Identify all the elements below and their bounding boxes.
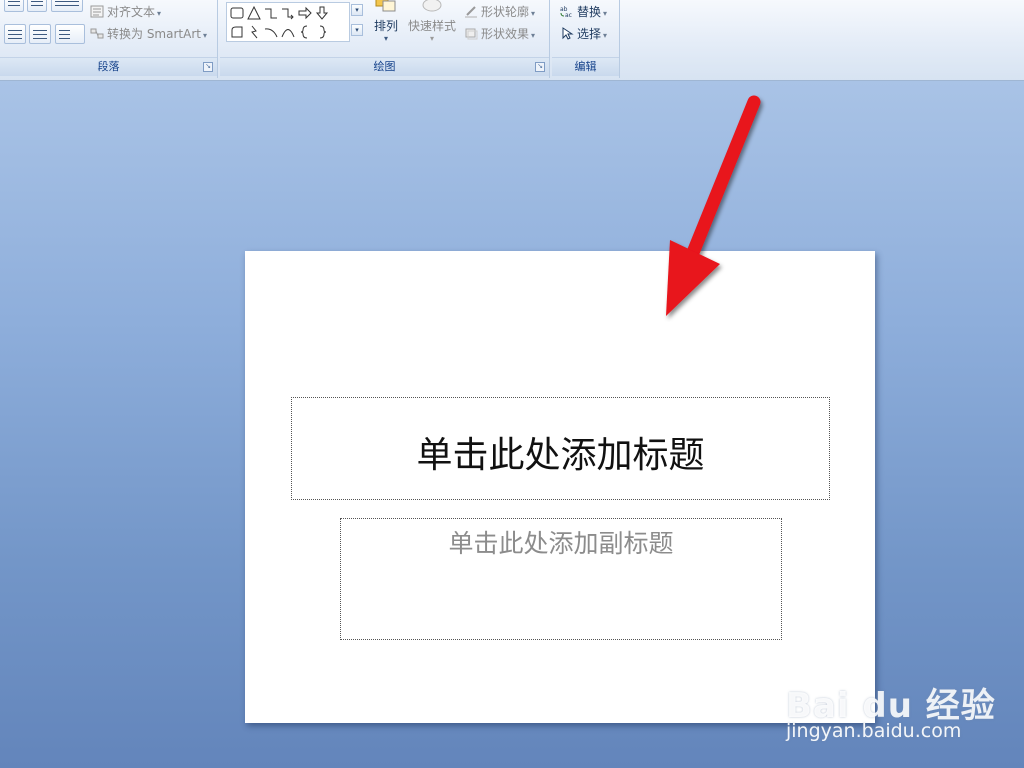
shapes-gallery[interactable] bbox=[226, 2, 350, 42]
replace-button[interactable]: ab ac 替换 ▾ bbox=[560, 3, 607, 20]
gallery-more-icon[interactable]: ▾ bbox=[351, 24, 363, 36]
triangle-shape-icon[interactable] bbox=[246, 5, 262, 21]
increase-indent-button[interactable] bbox=[27, 0, 47, 12]
select-button[interactable]: 选择 ▾ bbox=[560, 25, 607, 42]
right-arrow-shape-icon[interactable] bbox=[297, 5, 313, 21]
lightning-shape-icon[interactable] bbox=[246, 24, 262, 40]
left-brace-icon[interactable] bbox=[297, 24, 313, 40]
title-placeholder-text: 单击此处添加标题 bbox=[416, 435, 705, 476]
right-brace-icon[interactable] bbox=[314, 24, 330, 40]
arrange-label: 排列 bbox=[373, 19, 398, 33]
chevron-down-icon: ▾ bbox=[531, 9, 536, 18]
paragraph-group: 对齐文本 ▾ 转换为 SmartArt ▾ 段落 ↘ bbox=[0, 0, 218, 78]
rectangle-shape-icon[interactable] bbox=[229, 5, 245, 21]
rounded-shape-icon[interactable] bbox=[229, 24, 245, 40]
editing-group-label: 编辑 bbox=[552, 57, 619, 76]
drawing-dialog-launcher-icon[interactable]: ↘ bbox=[535, 62, 545, 72]
subtitle-placeholder-text: 单击此处添加副标题 bbox=[448, 529, 674, 558]
pen-outline-icon bbox=[465, 6, 477, 18]
chevron-down-icon: ▾ bbox=[157, 9, 162, 18]
editing-group: ab ac 替换 ▾ 选择 ▾ 编辑 bbox=[552, 0, 620, 78]
decrease-indent-button[interactable] bbox=[4, 0, 24, 12]
columns-button[interactable] bbox=[55, 24, 85, 44]
paragraph-dialog-launcher-icon[interactable]: ↘ bbox=[203, 62, 213, 72]
curve-shape-icon[interactable] bbox=[280, 24, 296, 40]
convert-smartart-button[interactable]: 转换为 SmartArt ▾ bbox=[90, 25, 207, 42]
subtitle-placeholder[interactable]: 单击此处添加副标题 bbox=[340, 518, 782, 640]
paragraph-group-label: 段落 bbox=[0, 57, 217, 76]
shape-effects-icon bbox=[465, 28, 478, 40]
justify-button[interactable] bbox=[4, 24, 26, 44]
title-placeholder[interactable]: 单击此处添加标题 bbox=[291, 397, 830, 500]
elbow-arrow-connector-icon[interactable] bbox=[280, 5, 296, 21]
convert-smartart-label: 转换为 SmartArt bbox=[107, 27, 201, 41]
shape-effects-label: 形状效果 bbox=[481, 27, 530, 41]
chevron-down-icon: ▾ bbox=[531, 31, 536, 40]
svg-text:ac: ac bbox=[565, 12, 572, 18]
chevron-down-icon: ▾ bbox=[383, 34, 388, 43]
replace-icon: abac bbox=[560, 6, 572, 18]
down-arrow-shape-icon[interactable] bbox=[314, 5, 330, 21]
quick-styles-icon bbox=[422, 0, 442, 12]
shape-outline-button[interactable]: 形状轮廓 ▾ bbox=[464, 3, 535, 20]
cursor-arrow-icon bbox=[562, 27, 574, 40]
chevron-down-icon: ▾ bbox=[202, 31, 207, 40]
watermark-url: jingyan.baidu.com bbox=[786, 720, 962, 742]
quick-styles-button[interactable]: 快速样式 ▾ bbox=[406, 0, 458, 50]
arc-shape-icon[interactable] bbox=[263, 24, 279, 40]
align-text-button[interactable]: 对齐文本 ▾ bbox=[90, 3, 161, 20]
replace-label: 替换 bbox=[577, 5, 602, 19]
red-arrow-annotation-icon bbox=[666, 95, 761, 316]
shape-outline-label: 形状轮廓 bbox=[481, 5, 530, 19]
align-text-label: 对齐文本 bbox=[107, 5, 156, 19]
chevron-down-icon: ▾ bbox=[429, 34, 434, 43]
ribbon: 对齐文本 ▾ 转换为 SmartArt ▾ 段落 ↘ ▾ ▾ 排列 ▾ 快速样式… bbox=[0, 0, 1024, 81]
chevron-down-icon: ▾ bbox=[603, 9, 608, 18]
align-text-icon bbox=[90, 5, 104, 18]
slide-canvas[interactable]: 单击此处添加标题 单击此处添加副标题 bbox=[245, 251, 875, 723]
elbow-connector-icon[interactable] bbox=[263, 5, 279, 21]
arrange-icon bbox=[375, 0, 396, 12]
distribute-button[interactable] bbox=[29, 24, 51, 44]
chevron-down-icon: ▾ bbox=[603, 31, 608, 40]
shape-effects-button[interactable]: 形状效果 ▾ bbox=[464, 25, 535, 42]
baidu-jingyan-watermark: Bai du 经验 jingyan.baidu.com bbox=[780, 660, 1020, 760]
arrange-button[interactable]: 排列 ▾ bbox=[368, 0, 404, 50]
smartart-icon bbox=[90, 28, 104, 39]
drawing-group: ▾ ▾ 排列 ▾ 快速样式 ▾ 形状轮廓 ▾ 形状效果 ▾ 绘图 ↘ bbox=[220, 0, 550, 78]
drawing-group-label: 绘图 bbox=[220, 57, 549, 76]
select-label: 选择 bbox=[577, 27, 602, 41]
gallery-scroll-up-icon[interactable]: ▾ bbox=[351, 4, 363, 16]
quick-styles-label: 快速样式 bbox=[407, 19, 456, 33]
line-spacing-button[interactable] bbox=[51, 0, 83, 12]
